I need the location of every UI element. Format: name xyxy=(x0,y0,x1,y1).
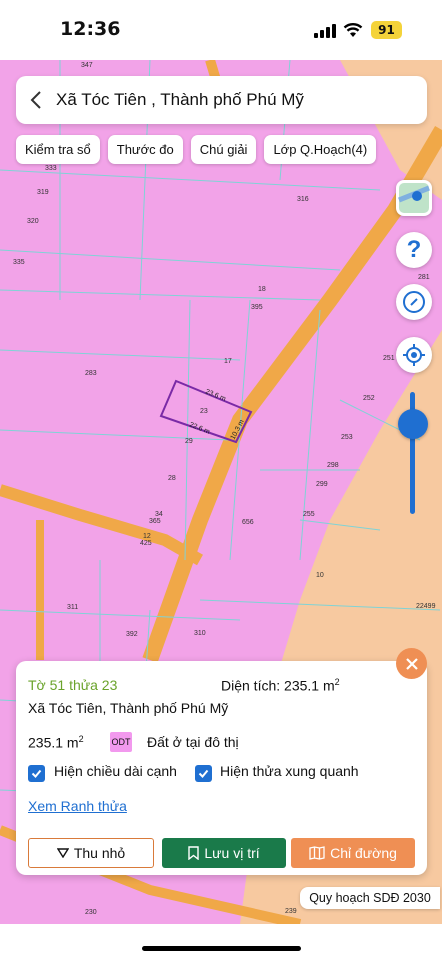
chip-check-book[interactable]: Kiểm tra sổ xyxy=(16,135,100,164)
edge-length-top: 23.6 m xyxy=(204,388,227,403)
parcel-id: Tờ 51 thửa 23 xyxy=(28,677,118,693)
save-location-button[interactable]: Lưu vị trí xyxy=(162,838,286,868)
svg-text:230: 230 xyxy=(85,909,97,916)
svg-text:253: 253 xyxy=(341,434,353,441)
svg-text:12: 12 xyxy=(143,533,151,540)
area-label: Diện tích: 235.1 m2 xyxy=(221,677,340,694)
chip-planning-layer[interactable]: Lớp Q.Hoạch(4) xyxy=(264,135,377,164)
minimize-button[interactable]: Thu nhỏ xyxy=(28,838,154,868)
show-neighbors-label[interactable]: Hiện thửa xung quanh xyxy=(220,763,359,779)
svg-text:365: 365 xyxy=(149,518,161,525)
checkmark-icon xyxy=(31,769,42,778)
land-type: Đất ở tại đô thị xyxy=(147,734,239,750)
area-value-text: 235.1 m xyxy=(28,734,79,751)
area-value: 235.1 m2 xyxy=(28,734,84,751)
show-neighbors-checkbox[interactable] xyxy=(195,765,212,782)
svg-text:239: 239 xyxy=(285,908,297,915)
svg-text:333: 333 xyxy=(45,165,57,172)
checkmark-icon xyxy=(198,769,209,778)
directions-button[interactable]: Chỉ đường xyxy=(291,838,415,868)
map-layer-button[interactable] xyxy=(396,180,432,216)
svg-text:17: 17 xyxy=(224,358,232,365)
edge-length-bottom: 22.6 m xyxy=(188,421,211,436)
svg-text:310: 310 xyxy=(194,630,206,637)
area-label-text: Diện tích: 235.1 m xyxy=(221,677,335,694)
svg-text:22499: 22499 xyxy=(416,603,436,610)
status-bar: 12:36 91 xyxy=(0,0,442,60)
svg-text:347: 347 xyxy=(81,62,93,69)
svg-text:311: 311 xyxy=(67,604,78,611)
svg-text:29: 29 xyxy=(185,438,193,445)
home-area xyxy=(0,924,442,960)
show-edges-label[interactable]: Hiện chiều dài cạnh xyxy=(54,763,177,779)
show-edges-checkbox[interactable] xyxy=(28,765,45,782)
svg-text:281: 281 xyxy=(418,274,430,281)
parcel-info-panel: Tờ 51 thửa 23 Diện tích: 235.1 m2 Xã Tóc… xyxy=(16,661,427,875)
bookmark-icon xyxy=(188,846,200,860)
svg-text:28: 28 xyxy=(168,475,176,482)
location-title: Xã Tóc Tiên , Thành phố Phú Mỹ xyxy=(56,90,304,109)
svg-text:283: 283 xyxy=(85,370,97,377)
svg-text:319: 319 xyxy=(37,189,49,196)
zoom-slider-handle[interactable] xyxy=(398,409,428,439)
svg-text:320: 320 xyxy=(27,218,39,225)
help-icon: ? xyxy=(406,236,422,263)
triangle-down-icon xyxy=(56,848,69,858)
area-label-sup: 2 xyxy=(334,677,340,687)
compass-button[interactable] xyxy=(396,284,432,320)
map-icon xyxy=(309,846,325,860)
wifi-icon xyxy=(343,23,363,37)
status-time: 12:36 xyxy=(60,18,121,40)
chip-legend[interactable]: Chú giải xyxy=(190,135,257,164)
svg-text:34: 34 xyxy=(155,511,163,518)
locate-icon xyxy=(403,344,425,366)
close-panel-button[interactable] xyxy=(396,648,427,679)
chip-ruler[interactable]: Thước đo xyxy=(107,135,183,164)
svg-text:395: 395 xyxy=(251,304,263,311)
help-button[interactable]: ? xyxy=(396,232,432,268)
svg-text:252: 252 xyxy=(363,395,375,402)
map-layer-icon xyxy=(398,183,430,213)
view-boundary-link[interactable]: Xem Ranh thửa xyxy=(28,798,127,814)
svg-text:251: 251 xyxy=(383,355,395,362)
svg-text:392: 392 xyxy=(126,631,138,638)
directions-label: Chỉ đường xyxy=(330,845,397,861)
svg-text:425: 425 xyxy=(140,540,152,547)
area-value-sup: 2 xyxy=(78,734,84,744)
location-search-bar[interactable]: Xã Tóc Tiên , Thành phố Phú Mỹ xyxy=(16,76,427,124)
cellular-signal-icon xyxy=(314,24,336,38)
svg-text:298: 298 xyxy=(327,462,339,469)
svg-text:255: 255 xyxy=(303,511,315,518)
planning-layer-tag[interactable]: Quy hoạch SDĐ 2030 xyxy=(300,887,440,909)
svg-text:656: 656 xyxy=(242,519,254,526)
svg-text:10: 10 xyxy=(316,572,324,579)
my-location-button[interactable] xyxy=(396,337,432,373)
battery-icon: 91 xyxy=(371,21,402,39)
back-arrow-icon[interactable] xyxy=(16,76,56,124)
parcel-address: Xã Tóc Tiên, Thành phố Phú Mỹ xyxy=(28,700,229,716)
compass-icon xyxy=(403,291,425,313)
minimize-label: Thu nhỏ xyxy=(73,845,126,861)
svg-text:23: 23 xyxy=(200,408,208,415)
cross-road xyxy=(0,484,203,566)
close-icon xyxy=(405,657,418,670)
zone-code-badge: ODT xyxy=(110,732,132,752)
svg-text:18: 18 xyxy=(258,286,266,293)
save-location-label: Lưu vị trí xyxy=(204,845,260,861)
home-indicator[interactable] xyxy=(142,946,301,951)
svg-text:335: 335 xyxy=(13,259,25,266)
map-tool-chips: Kiểm tra sổ Thước đo Chú giải Lớp Q.Hoạc… xyxy=(16,135,377,164)
svg-text:299: 299 xyxy=(316,481,328,488)
svg-text:316: 316 xyxy=(297,196,309,203)
